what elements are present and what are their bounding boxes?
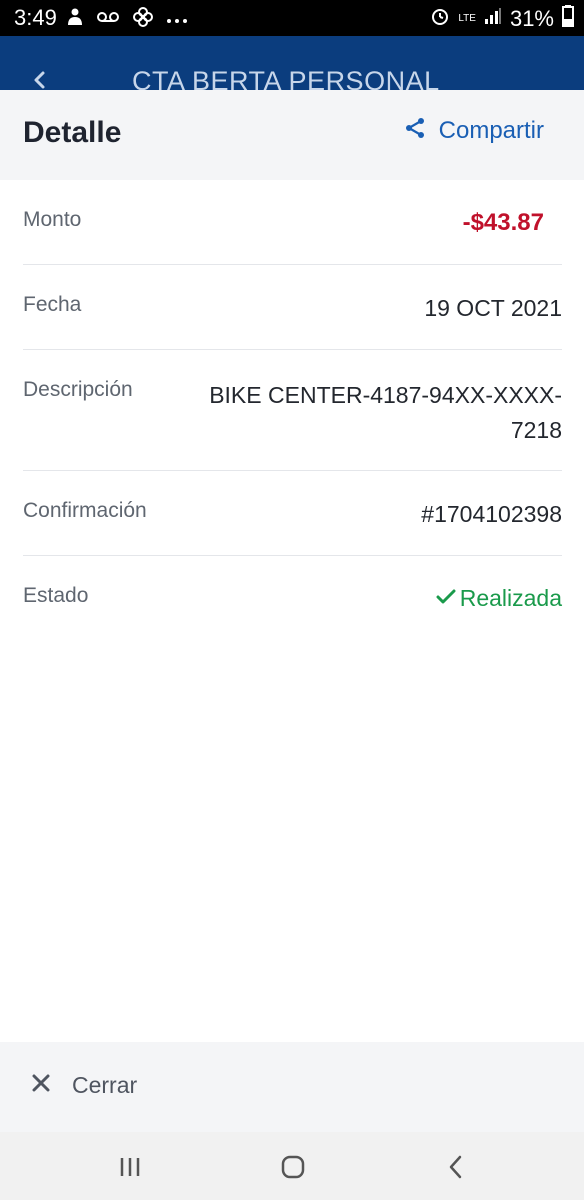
signal-icon — [484, 7, 502, 30]
description-value: BIKE CENTER-4187-94XX-XXXX-7218 — [209, 382, 562, 443]
close-icon — [32, 1074, 50, 1097]
confirmation-value: #1704102398 — [421, 501, 562, 527]
back-arrow-icon[interactable] — [30, 70, 50, 90]
sheet-header: Detalle Compartir — [0, 90, 584, 180]
back-nav-icon[interactable] — [442, 1154, 472, 1180]
amount-value: -$43.87 — [462, 209, 544, 236]
close-bar: Cerrar — [0, 1042, 584, 1132]
network-type: LTE — [458, 12, 476, 24]
checkmark-icon — [436, 585, 456, 612]
share-label: Compartir — [438, 116, 544, 144]
confirmation-label: Confirmación — [23, 499, 147, 522]
share-icon — [403, 116, 427, 145]
status-time: 3:49 — [14, 5, 57, 30]
amount-label: Monto — [23, 208, 82, 231]
pinwheel-icon — [132, 6, 154, 33]
detail-sheet: Detalle Compartir Monto -$43.87 Fecha 19… — [0, 90, 584, 1132]
system-icons: LTE 31% — [430, 5, 574, 32]
detail-row-description: Descripción BIKE CENTER-4187-94XX-XXXX-7… — [23, 350, 562, 471]
share-button[interactable]: Compartir — [403, 116, 544, 145]
status-value: Realizada — [459, 585, 562, 611]
detail-row-amount: Monto -$43.87 — [23, 180, 562, 265]
home-icon[interactable] — [278, 1154, 308, 1180]
status-bar: 3:49 LTE 31% — [0, 0, 584, 36]
close-label: Cerrar — [72, 1072, 138, 1098]
battery-level: 31% — [509, 5, 554, 31]
status-label: Estado — [23, 584, 89, 607]
recent-apps-icon[interactable] — [116, 1154, 146, 1180]
more-dots-icon — [166, 11, 188, 29]
alarm-icon — [430, 6, 450, 31]
detail-rows: Monto -$43.87 Fecha 19 OCT 2021 Descripc… — [23, 180, 562, 640]
person-notification-icon — [66, 7, 84, 32]
description-label: Descripción — [23, 378, 133, 401]
account-title: CTA BERTA PERSONAL — [132, 66, 440, 90]
date-value: 19 OCT 2021 — [424, 295, 562, 321]
status-value-wrap: Realizada — [436, 585, 562, 612]
notification-icons — [66, 6, 188, 33]
detail-row-confirmation: Confirmación #1704102398 — [23, 471, 562, 556]
battery-icon — [562, 5, 574, 32]
detail-row-date: Fecha 19 OCT 2021 — [23, 265, 562, 350]
close-button[interactable]: Cerrar — [32, 1072, 137, 1099]
date-label: Fecha — [23, 293, 82, 316]
system-nav-bar — [0, 1132, 584, 1200]
detail-row-status: Estado Realizada — [23, 556, 562, 640]
app-header: CTA BERTA PERSONAL — [0, 36, 584, 90]
voicemail-icon — [96, 10, 120, 29]
sheet-title: Detalle — [23, 116, 122, 149]
